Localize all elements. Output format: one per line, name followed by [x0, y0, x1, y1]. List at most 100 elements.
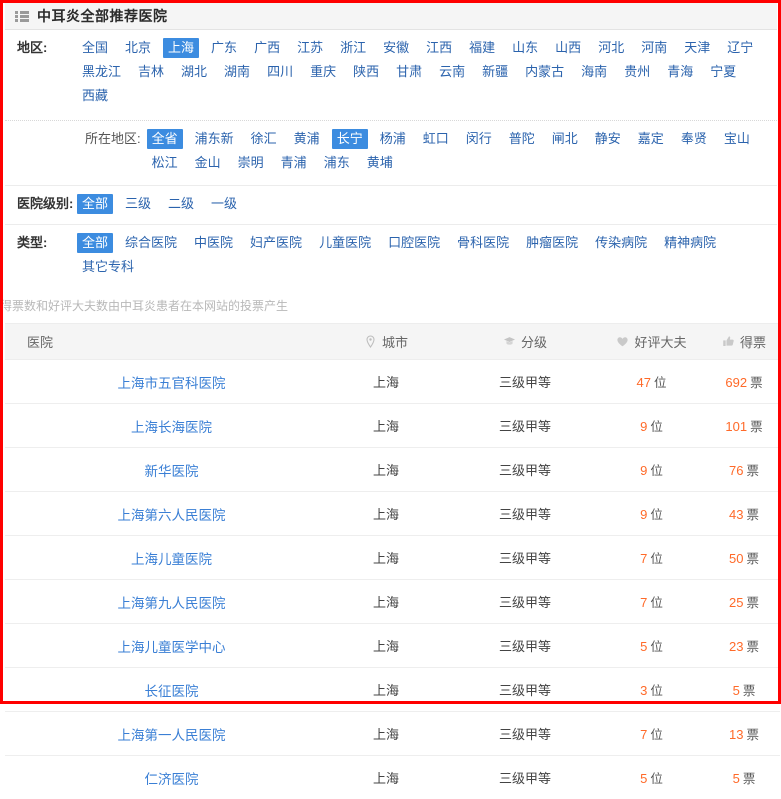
filter-option-region-1[interactable]: 北京: [120, 38, 156, 58]
cell-votes: 23票: [708, 624, 780, 668]
filter-option-region-4[interactable]: 广西: [249, 38, 285, 58]
filter-option-type-2[interactable]: 中医院: [189, 233, 238, 253]
filter-option-type-4[interactable]: 儿童医院: [314, 233, 376, 253]
filter-option-region-9[interactable]: 福建: [464, 38, 500, 58]
filter-option-type-6[interactable]: 骨科医院: [452, 233, 514, 253]
filter-option-region-18[interactable]: 湖北: [176, 62, 212, 82]
filter-option-region-14[interactable]: 天津: [679, 38, 715, 58]
filter-option-region-19[interactable]: 湖南: [219, 62, 255, 82]
filter-option-type-3[interactable]: 妇产医院: [245, 233, 307, 253]
filter-option-district-16[interactable]: 崇明: [233, 153, 269, 173]
filter-option-region-12[interactable]: 河北: [593, 38, 629, 58]
filter-option-level-3[interactable]: 一级: [206, 194, 242, 214]
cell-hospital-name: 上海市五官科医院: [5, 360, 317, 404]
good-doctors-count: 47: [637, 375, 651, 390]
filter-option-region-6[interactable]: 浙江: [335, 38, 371, 58]
cell-city: 上海: [317, 492, 455, 536]
filter-option-region-28[interactable]: 贵州: [619, 62, 655, 82]
cell-hospital-name: 上海第六人民医院: [5, 492, 317, 536]
hospital-link[interactable]: 上海儿童医院: [131, 552, 212, 567]
heart-icon: [616, 335, 629, 348]
column-header-good-doctors[interactable]: 好评大夫: [595, 324, 708, 360]
hospital-link[interactable]: 上海长海医院: [131, 420, 212, 435]
filter-option-type-8[interactable]: 传染病院: [590, 233, 652, 253]
column-header-city[interactable]: 城市: [317, 324, 455, 360]
hospital-link[interactable]: 长征医院: [145, 684, 199, 699]
filter-option-district-13[interactable]: 宝山: [719, 129, 755, 149]
filter-option-type-7[interactable]: 肿瘤医院: [521, 233, 583, 253]
filter-option-district-3[interactable]: 黄浦: [289, 129, 325, 149]
cell-good-doctors: 47位: [595, 360, 708, 404]
filter-option-district-15[interactable]: 金山: [190, 153, 226, 173]
hospital-link[interactable]: 上海市五官科医院: [118, 376, 226, 391]
filter-option-district-7[interactable]: 闵行: [461, 129, 497, 149]
cell-good-doctors: 9位: [595, 492, 708, 536]
filter-option-type-5[interactable]: 口腔医院: [383, 233, 445, 253]
filter-option-level-1[interactable]: 三级: [120, 194, 156, 214]
filter-option-district-14[interactable]: 松江: [147, 153, 183, 173]
filter-option-region-11[interactable]: 山西: [550, 38, 586, 58]
filter-option-type-10[interactable]: 其它专科: [77, 257, 139, 277]
votes-unit: 票: [750, 376, 763, 390]
filter-option-district-5[interactable]: 杨浦: [375, 129, 411, 149]
cell-level: 三级甲等: [455, 668, 595, 712]
hospital-link[interactable]: 上海第一人民医院: [118, 728, 226, 743]
filter-option-region-10[interactable]: 山东: [507, 38, 543, 58]
filter-option-region-7[interactable]: 安徽: [378, 38, 414, 58]
column-header-votes[interactable]: 得票: [708, 324, 780, 360]
hospital-link[interactable]: 上海儿童医学中心: [118, 640, 226, 655]
filter-option-level-0[interactable]: 全部: [77, 194, 113, 214]
filter-option-region-16[interactable]: 黑龙江: [77, 62, 126, 82]
filter-option-district-9[interactable]: 闸北: [547, 129, 583, 149]
filter-option-region-26[interactable]: 内蒙古: [520, 62, 569, 82]
filter-option-region-27[interactable]: 海南: [576, 62, 612, 82]
filter-option-district-2[interactable]: 徐汇: [246, 129, 282, 149]
filter-label-region: 地区:: [5, 37, 77, 59]
filter-option-region-21[interactable]: 重庆: [305, 62, 341, 82]
filter-option-district-4[interactable]: 长宁: [332, 129, 368, 149]
filter-option-type-9[interactable]: 精神病院: [659, 233, 721, 253]
filter-option-region-17[interactable]: 吉林: [133, 62, 169, 82]
filter-option-district-8[interactable]: 普陀: [504, 129, 540, 149]
filter-options-type: 全部综合医院中医院妇产医院儿童医院口腔医院骨科医院肿瘤医院传染病院精神病院其它专…: [77, 232, 777, 280]
cell-city: 上海: [317, 712, 455, 756]
filter-option-district-6[interactable]: 虹口: [418, 129, 454, 149]
filter-option-district-10[interactable]: 静安: [590, 129, 626, 149]
filter-option-district-17[interactable]: 青浦: [276, 153, 312, 173]
filter-option-region-20[interactable]: 四川: [262, 62, 298, 82]
filter-option-region-15[interactable]: 辽宁: [722, 38, 758, 58]
filter-option-region-29[interactable]: 青海: [662, 62, 698, 82]
hospital-link[interactable]: 上海第六人民医院: [118, 508, 226, 523]
filter-option-region-23[interactable]: 甘肃: [391, 62, 427, 82]
filter-option-region-30[interactable]: 宁夏: [705, 62, 741, 82]
filter-option-type-0[interactable]: 全部: [77, 233, 113, 253]
hospital-link[interactable]: 仁济医院: [145, 772, 199, 787]
filter-option-region-0[interactable]: 全国: [77, 38, 113, 58]
filter-option-region-25[interactable]: 新疆: [477, 62, 513, 82]
good-doctors-count: 5: [640, 639, 647, 654]
column-header-hospital[interactable]: 医院: [5, 324, 317, 360]
filter-option-level-2[interactable]: 二级: [163, 194, 199, 214]
hospital-link[interactable]: 上海第九人民医院: [118, 596, 226, 611]
filter-option-district-18[interactable]: 浦东: [319, 153, 355, 173]
filter-option-region-8[interactable]: 江西: [421, 38, 457, 58]
hospital-link[interactable]: 新华医院: [145, 464, 199, 479]
filter-option-district-19[interactable]: 黄埔: [362, 153, 398, 173]
filter-option-district-1[interactable]: 浦东新: [190, 129, 239, 149]
filter-option-region-5[interactable]: 江苏: [292, 38, 328, 58]
filter-option-region-31[interactable]: 西藏: [77, 86, 113, 106]
cell-level: 三级甲等: [455, 756, 595, 799]
cell-hospital-name: 上海第一人民医院: [5, 712, 317, 756]
column-header-level[interactable]: 分级: [455, 324, 595, 360]
votes-unit: 票: [750, 420, 763, 434]
filter-option-district-11[interactable]: 嘉定: [633, 129, 669, 149]
filter-option-district-0[interactable]: 全省: [147, 129, 183, 149]
votes-count: 13: [729, 727, 743, 742]
filter-option-region-3[interactable]: 广东: [206, 38, 242, 58]
filter-option-district-12[interactable]: 奉贤: [676, 129, 712, 149]
filter-option-region-13[interactable]: 河南: [636, 38, 672, 58]
filter-option-region-24[interactable]: 云南: [434, 62, 470, 82]
filter-option-type-1[interactable]: 综合医院: [120, 233, 182, 253]
filter-option-region-22[interactable]: 陕西: [348, 62, 384, 82]
filter-option-region-2[interactable]: 上海: [163, 38, 199, 58]
